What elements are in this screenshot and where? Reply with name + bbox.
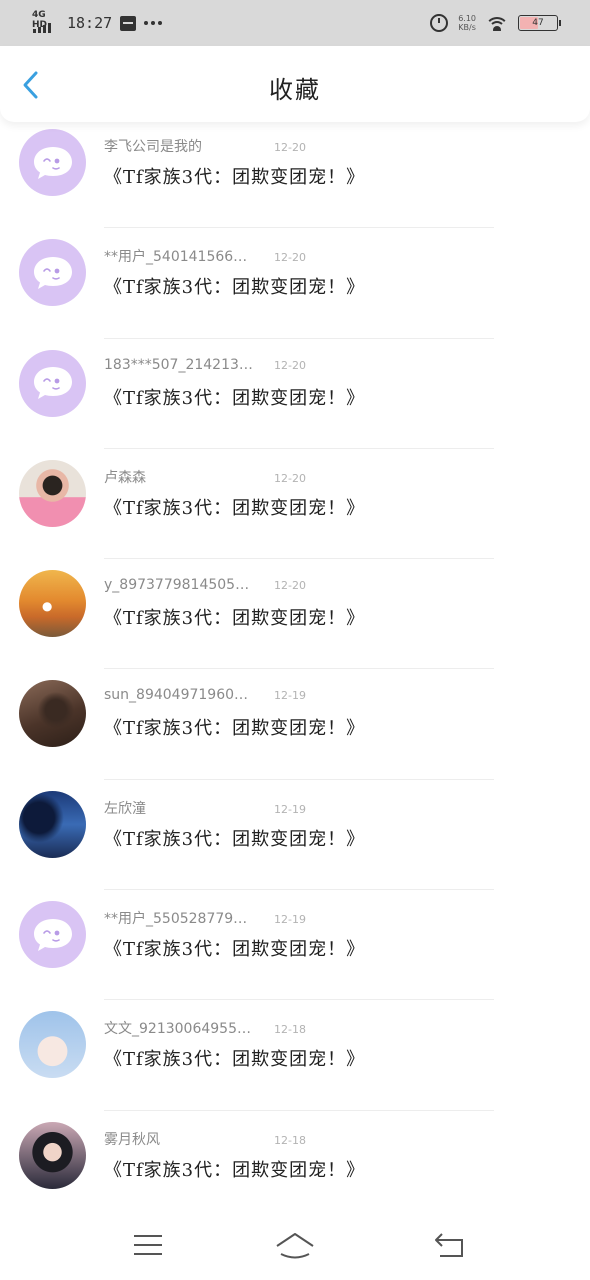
avatar[interactable] (19, 570, 86, 638)
list-item[interactable]: 雾月秋风 12-18 《Tf家族3代：团欺变团宠！》 (0, 1111, 590, 1221)
page-title: 收藏 (269, 76, 321, 104)
chat-bubble-icon (33, 146, 72, 179)
battery-level: 47 (532, 18, 544, 28)
calendar-icon (120, 15, 137, 31)
username[interactable]: **用户_54014156684... (104, 246, 254, 266)
menu-button[interactable] (128, 1228, 168, 1262)
username[interactable]: 李飞公司是我的 (104, 136, 254, 156)
bottom-navigation (0, 1210, 590, 1280)
favorites-list: 李飞公司是我的 12-20 《Tf家族3代：团欺变团宠！》 **用户_54014156… (0, 118, 590, 1221)
username[interactable]: sun_8940497196089989 (104, 687, 254, 703)
username[interactable]: **用户_55052877975... (104, 908, 254, 928)
list-item[interactable]: y_897377981450521885 12-20 《Tf家族3代：团欺变团宠！》 (0, 559, 590, 670)
item-title[interactable]: 《Tf家族3代：团欺变团宠！》 (104, 604, 365, 630)
timestamp: 12-20 (274, 358, 306, 372)
timestamp: 12-20 (274, 251, 306, 265)
avatar[interactable] (19, 1121, 86, 1189)
menu-icon (134, 1235, 162, 1255)
default-avatar-icon[interactable] (19, 239, 86, 307)
default-avatar-icon[interactable] (19, 349, 86, 417)
item-meta: 文文_9213006495592... 12-18 (104, 1018, 306, 1038)
avatar[interactable] (19, 1011, 86, 1079)
chat-bubble-icon (33, 367, 72, 400)
item-meta: **用户_55052877975... 12-19 (104, 908, 306, 928)
default-avatar-icon[interactable] (19, 901, 86, 969)
username[interactable]: y_897377981450521885 (104, 577, 254, 593)
item-meta: 李飞公司是我的 12-20 (104, 136, 306, 156)
item-title[interactable]: 《Tf家族3代：团欺变团宠！》 (104, 384, 365, 410)
chat-bubble-icon (33, 918, 72, 951)
item-title[interactable]: 《Tf家族3代：团欺变团宠！》 (104, 935, 365, 961)
item-meta: 雾月秋风 12-18 (104, 1129, 306, 1149)
item-title[interactable]: 《Tf家族3代：团欺变团宠！》 (104, 1045, 365, 1071)
timestamp: 12-19 (274, 689, 306, 703)
header: 收藏 (0, 46, 590, 122)
item-meta: 左欣潼 12-19 (104, 798, 306, 818)
timestamp: 12-19 (274, 802, 306, 816)
list-item[interactable]: 文文_9213006495592... 12-18 《Tf家族3代：团欺变团宠！》 (0, 1000, 590, 1111)
list-item[interactable]: 卢森森 12-20 《Tf家族3代：团欺变团宠！》 (0, 449, 590, 560)
speed-value: 6.10 (458, 14, 476, 23)
status-bar: 4G HD 18:27 6.10 KB/s 47 (0, 0, 590, 46)
item-title[interactable]: 《Tf家族3代：团欺变团宠！》 (104, 494, 365, 520)
timestamp: 12-18 (274, 1133, 306, 1147)
item-title[interactable]: 《Tf家族3代：团欺变团宠！》 (104, 825, 365, 851)
home-icon (276, 1233, 314, 1259)
username[interactable]: 左欣潼 (104, 798, 254, 818)
item-meta: 卢森森 12-20 (104, 467, 306, 487)
item-title[interactable]: 《Tf家族3代：团欺变团宠！》 (104, 714, 365, 740)
return-icon (435, 1233, 463, 1257)
timestamp: 12-18 (274, 1023, 306, 1037)
list-item[interactable]: 183***507_2142139983 12-20 《Tf家族3代：团欺变团宠！》 (0, 339, 590, 449)
default-avatar-icon[interactable] (19, 129, 86, 196)
list-item[interactable]: sun_8940497196089989 12-19 《Tf家族3代：团欺变团宠！》 (0, 669, 590, 780)
return-button[interactable] (430, 1228, 470, 1262)
list-item[interactable]: 左欣潼 12-19 《Tf家族3代：团欺变团宠！》 (0, 780, 590, 891)
wifi-icon (486, 15, 508, 31)
list-item[interactable]: **用户_55052877975... 12-19 《Tf家族3代：团欺变团宠！》 (0, 890, 590, 1001)
item-title[interactable]: 《Tf家族3代：团欺变团宠！》 (104, 273, 365, 299)
chat-bubble-icon (33, 256, 72, 289)
item-meta: **用户_54014156684... 12-20 (104, 246, 306, 266)
list-item[interactable]: **用户_54014156684... 12-20 《Tf家族3代：团欺变团宠！》 (0, 228, 590, 339)
avatar[interactable] (19, 680, 86, 748)
avatar[interactable] (19, 459, 86, 527)
timestamp: 12-20 (274, 471, 306, 485)
speed-unit: KB/s (458, 23, 476, 32)
network-speed: 6.10 KB/s (458, 14, 476, 32)
item-meta: sun_8940497196089989 12-19 (104, 687, 306, 703)
item-title[interactable]: 《Tf家族3代：团欺变团宠！》 (104, 1156, 365, 1182)
item-title[interactable]: 《Tf家族3代：团欺变团宠！》 (104, 163, 365, 189)
username[interactable]: 183***507_2142139983 (104, 357, 254, 373)
alarm-icon (430, 14, 449, 32)
more-icon (144, 21, 163, 25)
battery-icon: 47 (518, 15, 561, 31)
signal-icon: 4G HD (32, 10, 60, 36)
list-item[interactable]: 李飞公司是我的 12-20 《Tf家族3代：团欺变团宠！》 (0, 118, 590, 229)
timestamp: 12-20 (274, 141, 306, 154)
item-meta: y_897377981450521885 12-20 (104, 577, 306, 593)
avatar[interactable] (19, 790, 86, 858)
username[interactable]: 雾月秋风 (104, 1129, 254, 1149)
timestamp: 12-20 (274, 579, 306, 593)
status-time: 18:27 (67, 14, 113, 32)
home-button[interactable] (275, 1228, 315, 1262)
username[interactable]: 文文_9213006495592... (104, 1018, 254, 1038)
timestamp: 12-19 (274, 913, 306, 927)
item-meta: 183***507_2142139983 12-20 (104, 357, 306, 373)
username[interactable]: 卢森森 (104, 467, 254, 487)
